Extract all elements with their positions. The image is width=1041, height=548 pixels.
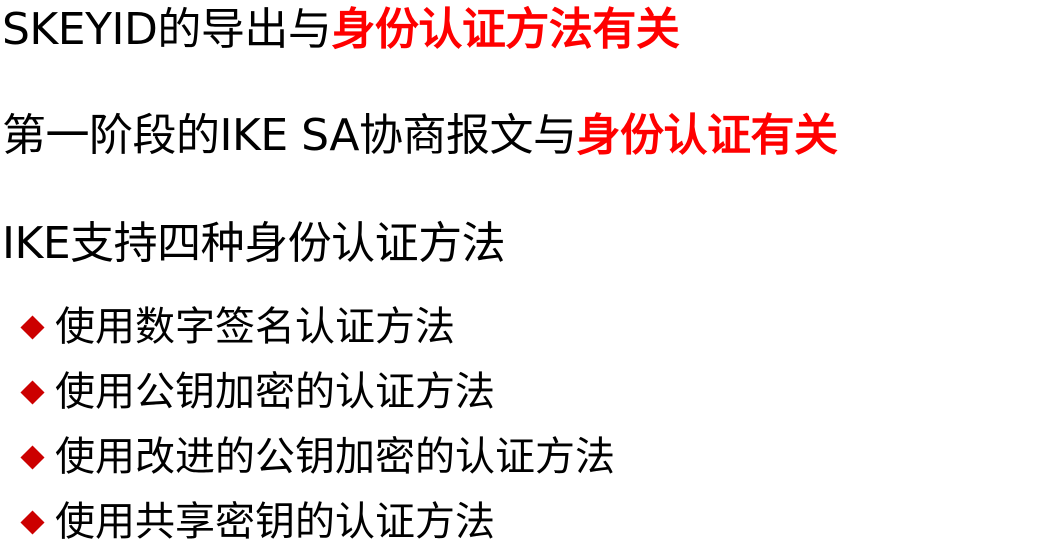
line-auth-methods-text: IKE支持四种身份认证方法: [2, 218, 506, 269]
line-skeyid-text: SKEYID的导出与: [2, 4, 332, 55]
line-auth-methods-heading: IKE支持四种身份认证方法: [2, 216, 506, 272]
slide: SKEYID的导出与身份认证方法有关 第一阶段的IKE SA协商报文与身份认证有…: [0, 0, 1041, 548]
diamond-bullet-icon: [20, 314, 45, 340]
line-skeyid: SKEYID的导出与身份认证方法有关: [2, 2, 680, 58]
method-item: 使用数字签名认证方法: [20, 302, 455, 352]
method-label: 使用公钥加密的认证方法: [55, 369, 495, 415]
diamond-bullet-icon: [20, 509, 45, 535]
diamond-bullet-icon: [20, 444, 45, 470]
line-phase1: 第一阶段的IKE SA协商报文与身份认证有关: [2, 108, 838, 164]
line-skeyid-highlight: 身份认证方法有关: [331, 4, 680, 55]
line-phase1-highlight: 身份认证有关: [576, 110, 838, 161]
method-label: 使用数字签名认证方法: [55, 304, 455, 350]
method-item: 使用改进的公钥加密的认证方法: [20, 432, 615, 482]
method-item: 使用共享密钥的认证方法: [20, 497, 495, 547]
diamond-bullet-icon: [20, 379, 45, 405]
method-label: 使用共享密钥的认证方法: [55, 499, 495, 545]
method-label: 使用改进的公钥加密的认证方法: [55, 434, 615, 480]
method-item: 使用公钥加密的认证方法: [20, 367, 495, 417]
line-phase1-text: 第一阶段的IKE SA协商报文与: [2, 110, 577, 161]
